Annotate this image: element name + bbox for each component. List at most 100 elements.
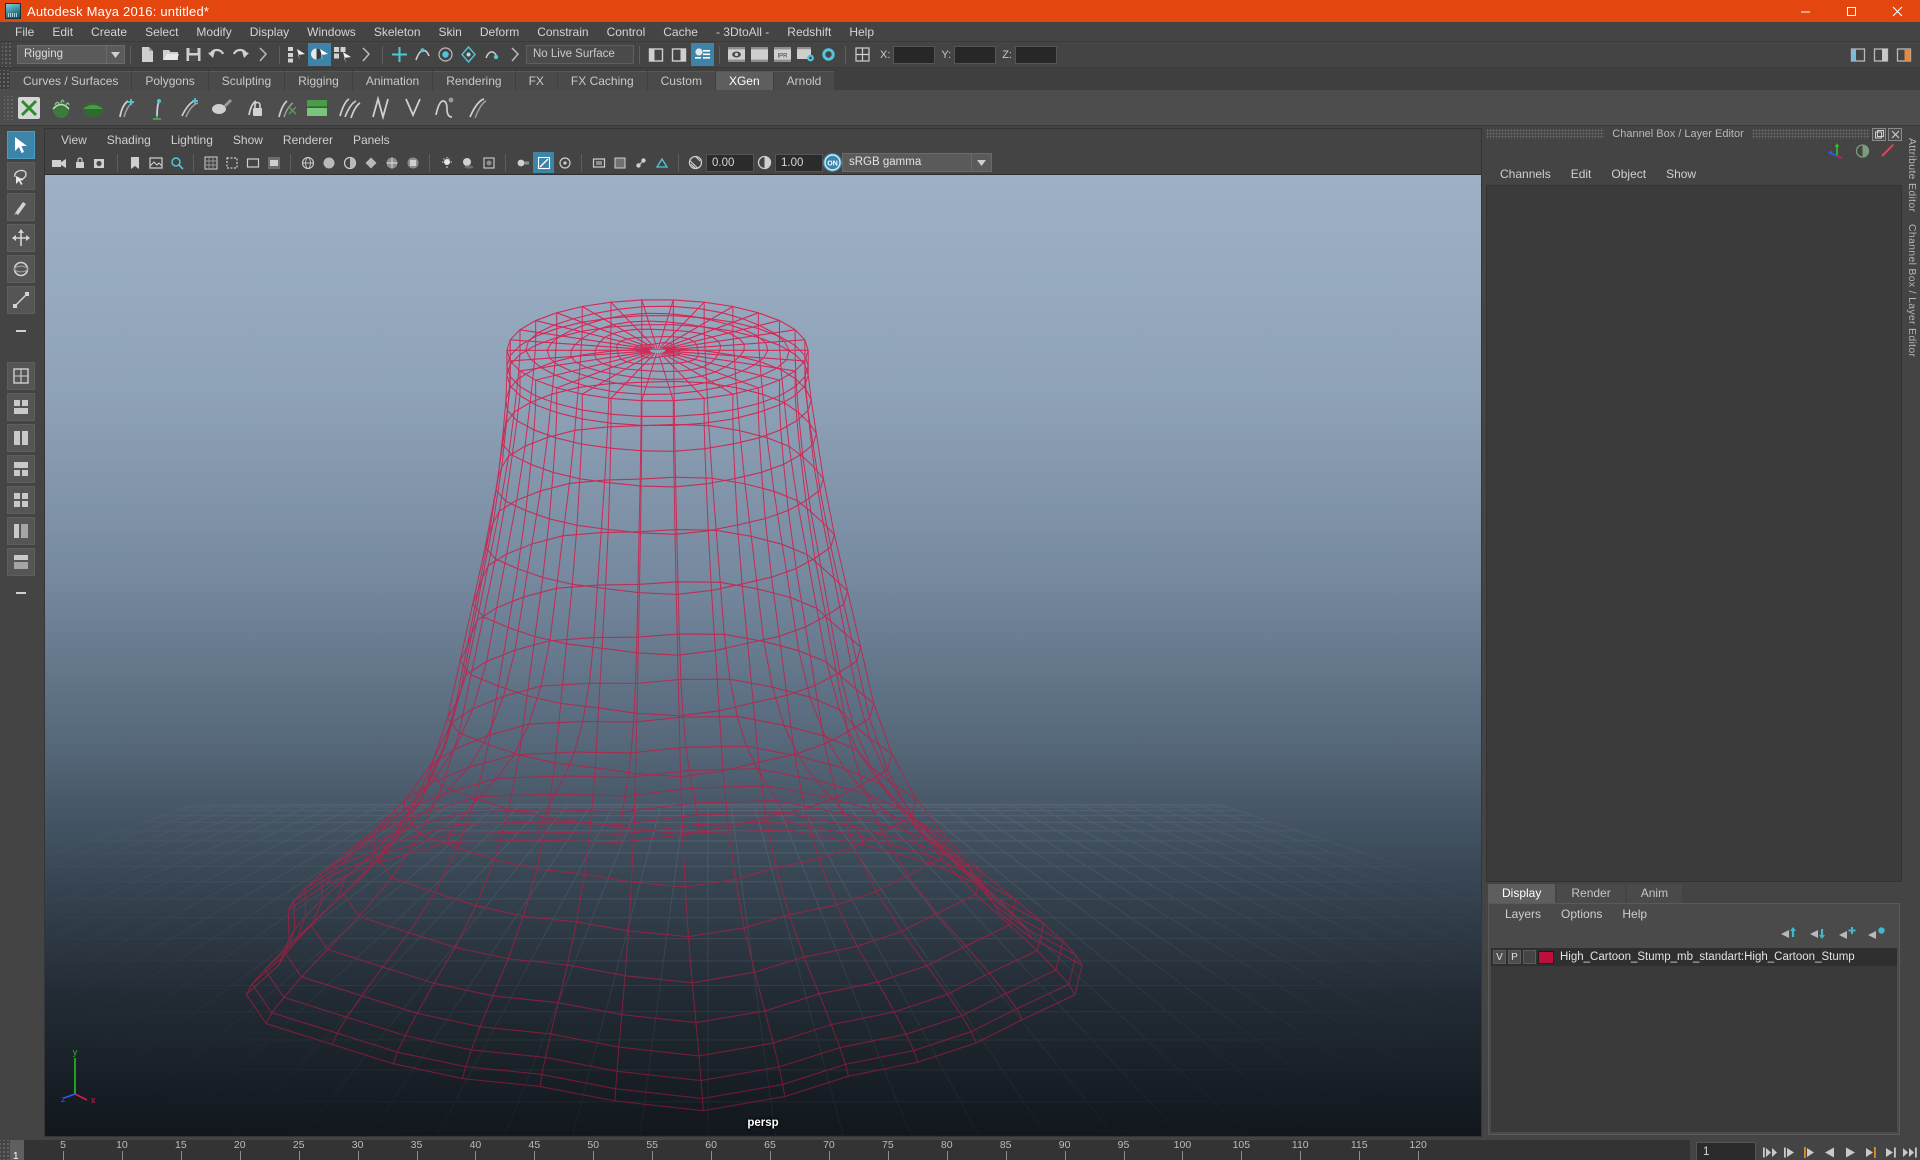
- coord-x-field[interactable]: [893, 45, 936, 64]
- shelf-tab-sculpting[interactable]: Sculpting: [208, 71, 285, 90]
- xgen-sculpt-guide-icon[interactable]: [206, 93, 236, 123]
- perspective-viewport[interactable]: y x z persp: [45, 175, 1481, 1136]
- toggle-edit-points-icon[interactable]: [851, 43, 874, 66]
- show-channel-box-icon[interactable]: [691, 43, 714, 66]
- minimize-button[interactable]: [1782, 0, 1828, 22]
- layer-type-toggle[interactable]: [1523, 950, 1536, 964]
- shelf-tab-xgen[interactable]: XGen: [715, 71, 773, 90]
- select-by-hierarchy-icon[interactable]: [285, 43, 308, 66]
- film-gate-icon[interactable]: [221, 152, 242, 173]
- go-to-end-icon[interactable]: [1900, 1141, 1920, 1160]
- grid-icon[interactable]: [200, 152, 221, 173]
- menu-item-windows[interactable]: Windows: [298, 22, 365, 42]
- xray-active-components-icon[interactable]: [651, 152, 672, 173]
- snap-point-icon[interactable]: [434, 43, 457, 66]
- menu-item-select[interactable]: Select: [136, 22, 187, 42]
- select-by-object-icon[interactable]: [308, 43, 331, 66]
- layer-editor-icon[interactable]: [1854, 143, 1871, 164]
- go-to-start-icon[interactable]: [1760, 1141, 1780, 1160]
- view-layout-two-side-icon[interactable]: [7, 424, 35, 452]
- resolution-gate-icon[interactable]: [242, 152, 263, 173]
- shelf-tab-fx[interactable]: FX: [515, 71, 557, 90]
- camera-attributes-icon[interactable]: [90, 152, 111, 173]
- view-layout-hypershade-icon[interactable]: [7, 548, 35, 576]
- layer-menu-layers[interactable]: Layers: [1495, 907, 1551, 921]
- menu-item-edit[interactable]: Edit: [43, 22, 82, 42]
- smooth-shade-all-icon[interactable]: [318, 152, 339, 173]
- channel-box-menu-edit[interactable]: Edit: [1561, 167, 1602, 181]
- menu-item-file[interactable]: File: [6, 22, 43, 42]
- bookmark-icon[interactable]: [124, 152, 145, 173]
- xgen-add-clump-icon[interactable]: [174, 93, 204, 123]
- shadows-icon[interactable]: [457, 152, 478, 173]
- shelf-tab-polygons[interactable]: Polygons: [132, 71, 208, 90]
- current-frame-field[interactable]: 1: [1696, 1142, 1756, 1160]
- menu-item-skeleton[interactable]: Skeleton: [365, 22, 430, 42]
- new-scene-icon[interactable]: [136, 43, 159, 66]
- scale-tool[interactable]: [7, 286, 35, 314]
- maximize-button[interactable]: [1828, 0, 1874, 22]
- attribute-editor-icon[interactable]: [1879, 143, 1896, 164]
- use-all-lights-icon[interactable]: [436, 152, 457, 173]
- gate-mask-icon[interactable]: [263, 152, 284, 173]
- close-button[interactable]: [1874, 0, 1920, 22]
- move-tool[interactable]: [7, 224, 35, 252]
- color-management-chevron-down-icon[interactable]: [972, 153, 992, 172]
- smooth-shade-selected-icon[interactable]: [339, 152, 360, 173]
- xgen-add-guide-icon[interactable]: [110, 93, 140, 123]
- exposure-field[interactable]: 0.00: [706, 153, 754, 172]
- viewport-menu-panels[interactable]: Panels: [343, 129, 400, 151]
- shelf-tab-rigging[interactable]: Rigging: [285, 71, 352, 90]
- paint-select-tool[interactable]: [7, 193, 35, 221]
- dock-icon[interactable]: [1872, 127, 1886, 141]
- xgen-create-description-icon[interactable]: [14, 93, 44, 123]
- menu-set-chevron-down-icon[interactable]: [107, 45, 125, 64]
- channel-box-menu-object[interactable]: Object: [1601, 167, 1656, 181]
- ipr-render-icon[interactable]: IPR: [771, 43, 794, 66]
- coord-y-field[interactable]: [954, 45, 997, 64]
- new-layer-icon[interactable]: [1838, 926, 1858, 945]
- shelf-row-grip[interactable]: [4, 95, 14, 120]
- xgen-noise-icon[interactable]: [430, 93, 460, 123]
- select-tool[interactable]: [7, 131, 35, 159]
- layer-menu-help[interactable]: Help: [1612, 907, 1657, 921]
- step-back-keyframe-icon[interactable]: [1780, 1141, 1800, 1160]
- move-layer-up-icon[interactable]: [1780, 926, 1800, 945]
- contrast-icon[interactable]: [754, 152, 775, 173]
- view-layout-four-icon[interactable]: [7, 486, 35, 514]
- view-layout-more-icon[interactable]: [7, 579, 35, 607]
- xgen-sphere-icon[interactable]: [78, 93, 108, 123]
- last-tool-used[interactable]: [7, 317, 35, 345]
- wireframe-on-shaded-icon[interactable]: [381, 152, 402, 173]
- play-forwards-icon[interactable]: [1840, 1141, 1860, 1160]
- lasso-select-tool[interactable]: [7, 162, 35, 190]
- select-by-component-icon[interactable]: [331, 43, 354, 66]
- view-layout-persp-outliner-icon[interactable]: [7, 517, 35, 545]
- render-current-frame-icon[interactable]: [748, 43, 771, 66]
- menu-set-selector[interactable]: Rigging: [17, 45, 107, 64]
- layer-color-swatch[interactable]: [1538, 950, 1554, 964]
- flat-shade-icon[interactable]: [360, 152, 381, 173]
- shelf-tab-fx-caching[interactable]: FX Caching: [557, 71, 647, 90]
- hypershade-icon[interactable]: [817, 43, 840, 66]
- step-back-frame-icon[interactable]: [1800, 1141, 1820, 1160]
- rotate-tool[interactable]: [7, 255, 35, 283]
- channel-box-icon[interactable]: [1828, 142, 1846, 164]
- xray-icon[interactable]: [609, 152, 630, 173]
- xgen-cut-guide-icon[interactable]: [270, 93, 300, 123]
- viewport-menu-lighting[interactable]: Lighting: [161, 129, 223, 151]
- menu-item-display[interactable]: Display: [241, 22, 298, 42]
- view-layout-single-icon[interactable]: [7, 362, 35, 390]
- undo-icon[interactable]: [205, 43, 228, 66]
- play-backwards-icon[interactable]: [1820, 1141, 1840, 1160]
- gamma-field[interactable]: 1.00: [775, 153, 823, 172]
- screen-space-ao-icon[interactable]: [478, 152, 499, 173]
- step-forward-keyframe-icon[interactable]: [1880, 1141, 1900, 1160]
- snap-live-icon[interactable]: [480, 43, 503, 66]
- show-tool-settings-icon[interactable]: [668, 43, 691, 66]
- open-scene-icon[interactable]: [159, 43, 182, 66]
- two-d-pan-zoom-icon[interactable]: [166, 152, 187, 173]
- xgen-groom-icon[interactable]: [366, 93, 396, 123]
- viewport-menu-renderer[interactable]: Renderer: [273, 129, 343, 151]
- menu-item-modify[interactable]: Modify: [187, 22, 240, 42]
